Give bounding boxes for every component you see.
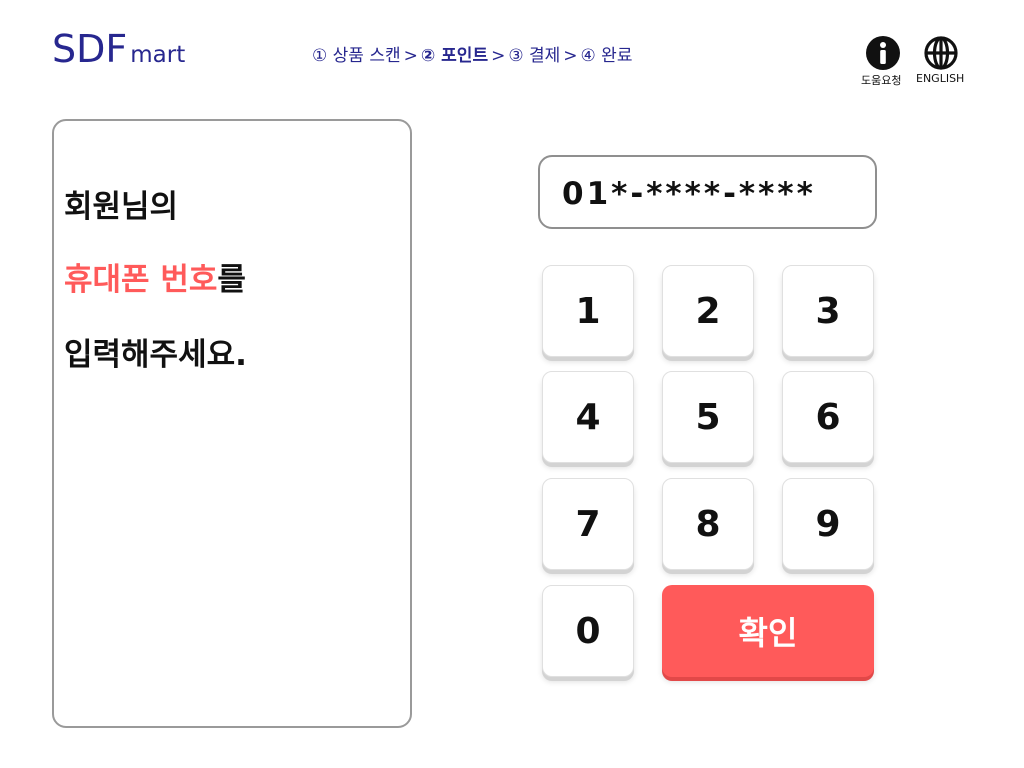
instruction-line-3: 입력해주세요. xyxy=(64,337,247,373)
key-4[interactable]: 4 xyxy=(542,371,634,463)
instruction-line-2: 휴대폰 번호를 xyxy=(64,262,246,298)
logo-main-text: SDF xyxy=(52,27,128,71)
key-5[interactable]: 5 xyxy=(662,371,754,463)
key-8[interactable]: 8 xyxy=(662,478,754,570)
progress-steps: ① 상품 스캔 > ② 포인트 > ③ 결제 > ④ 완료 xyxy=(312,46,632,66)
step-separator: > xyxy=(491,46,506,66)
step-separator: > xyxy=(403,46,418,66)
step-points: ② 포인트 xyxy=(420,46,489,66)
english-label: ENGLISH xyxy=(916,72,965,85)
step-separator: > xyxy=(563,46,578,66)
phone-number-display: 01*-****-**** xyxy=(538,155,877,229)
key-6[interactable]: 6 xyxy=(782,371,874,463)
key-2[interactable]: 2 xyxy=(662,265,754,357)
kiosk-screen: SDF mart ① 상품 스캔 > ② 포인트 > ③ 결제 > ④ 완료 도움요청 ENG… xyxy=(0,0,1024,768)
confirm-button[interactable]: 확인 xyxy=(662,585,874,677)
key-9[interactable]: 9 xyxy=(782,478,874,570)
step-complete: ④ 완료 xyxy=(580,46,633,66)
help-label: 도움요청 xyxy=(861,74,902,87)
globe-icon xyxy=(924,36,958,70)
key-1[interactable]: 1 xyxy=(542,265,634,357)
key-0[interactable]: 0 xyxy=(542,585,634,677)
key-7[interactable]: 7 xyxy=(542,478,634,570)
step-scan: ① 상품 스캔 xyxy=(312,46,401,66)
instruction-accent-text: 휴대폰 번호 xyxy=(64,262,218,298)
phone-number-value: 01*-****-**** xyxy=(562,176,816,212)
instruction-line-2-rest: 를 xyxy=(217,262,246,298)
brand-logo: SDF mart xyxy=(52,30,185,68)
step-payment: ③ 결제 xyxy=(508,46,561,66)
key-3[interactable]: 3 xyxy=(782,265,874,357)
instruction-line-1: 회원님의 xyxy=(64,189,179,225)
logo-sub-text: mart xyxy=(130,42,186,68)
info-icon xyxy=(866,36,900,70)
